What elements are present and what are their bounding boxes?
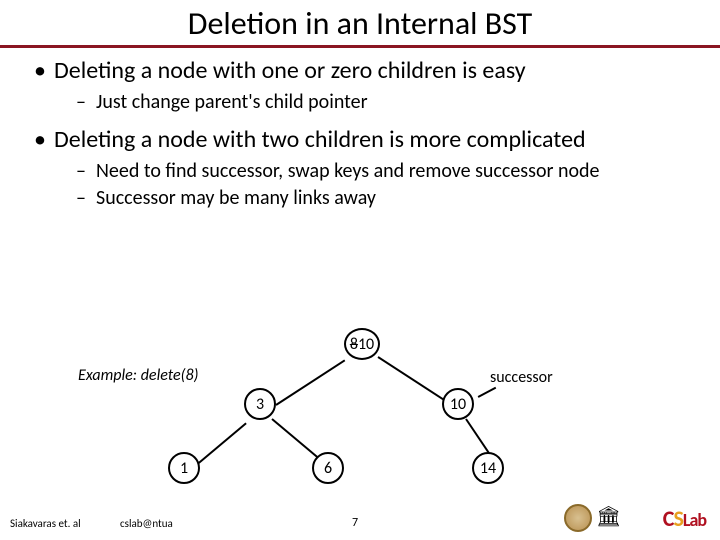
subbullet-3: Successor may be many links away — [54, 186, 688, 211]
edge-root-10 — [377, 356, 447, 402]
tree-node-6: 6 — [312, 452, 344, 484]
root-old-value: 8 — [350, 335, 358, 354]
footer: Siakavaras et. al cslab@ntua 7 🏛 CSLab — [0, 506, 720, 534]
example-word: Example: — [78, 366, 137, 385]
slide-title: Deletion in an Internal BST — [0, 4, 720, 43]
title-bar: Deletion in an Internal BST — [0, 0, 720, 48]
edge-root-3 — [275, 360, 345, 406]
tree-node-10: 10 — [442, 388, 474, 420]
tree-node-root: 810 — [344, 328, 380, 360]
athena-icon: 🏛 — [596, 504, 620, 532]
footer-authors: Siakavaras et. al — [10, 517, 81, 530]
root-new-value: 10 — [358, 335, 374, 354]
bullet-2: Deleting a node with two children is mor… — [32, 125, 688, 211]
tree-diagram: Example: delete(8) successor 810 3 10 1 … — [0, 328, 720, 498]
tree-node-1: 1 — [168, 452, 200, 484]
subbullet-1: Just change parent's child pointer — [54, 90, 688, 115]
content-area: Deleting a node with one or zero childre… — [0, 48, 720, 211]
bullet-1-text: Deleting a node with one or zero childre… — [54, 56, 526, 85]
example-label: Example: delete(8) — [78, 366, 198, 385]
edge-3-1 — [193, 423, 246, 468]
page-number: 7 — [352, 516, 358, 530]
bullet-2-text: Deleting a node with two children is mor… — [54, 125, 586, 154]
footer-email: cslab@ntua — [120, 517, 173, 530]
tree-node-3: 3 — [244, 388, 276, 420]
ntua-seal-icon — [564, 504, 592, 532]
successor-arrow — [478, 387, 496, 398]
tree-node-14: 14 — [472, 452, 504, 484]
bullet-1: Deleting a node with one or zero childre… — [32, 56, 688, 115]
cslab-logo: CSLab — [663, 505, 706, 532]
subbullet-2: Need to find successor, swap keys and re… — [54, 159, 688, 184]
example-call: delete(8) — [141, 366, 199, 385]
successor-label: successor — [490, 368, 553, 387]
